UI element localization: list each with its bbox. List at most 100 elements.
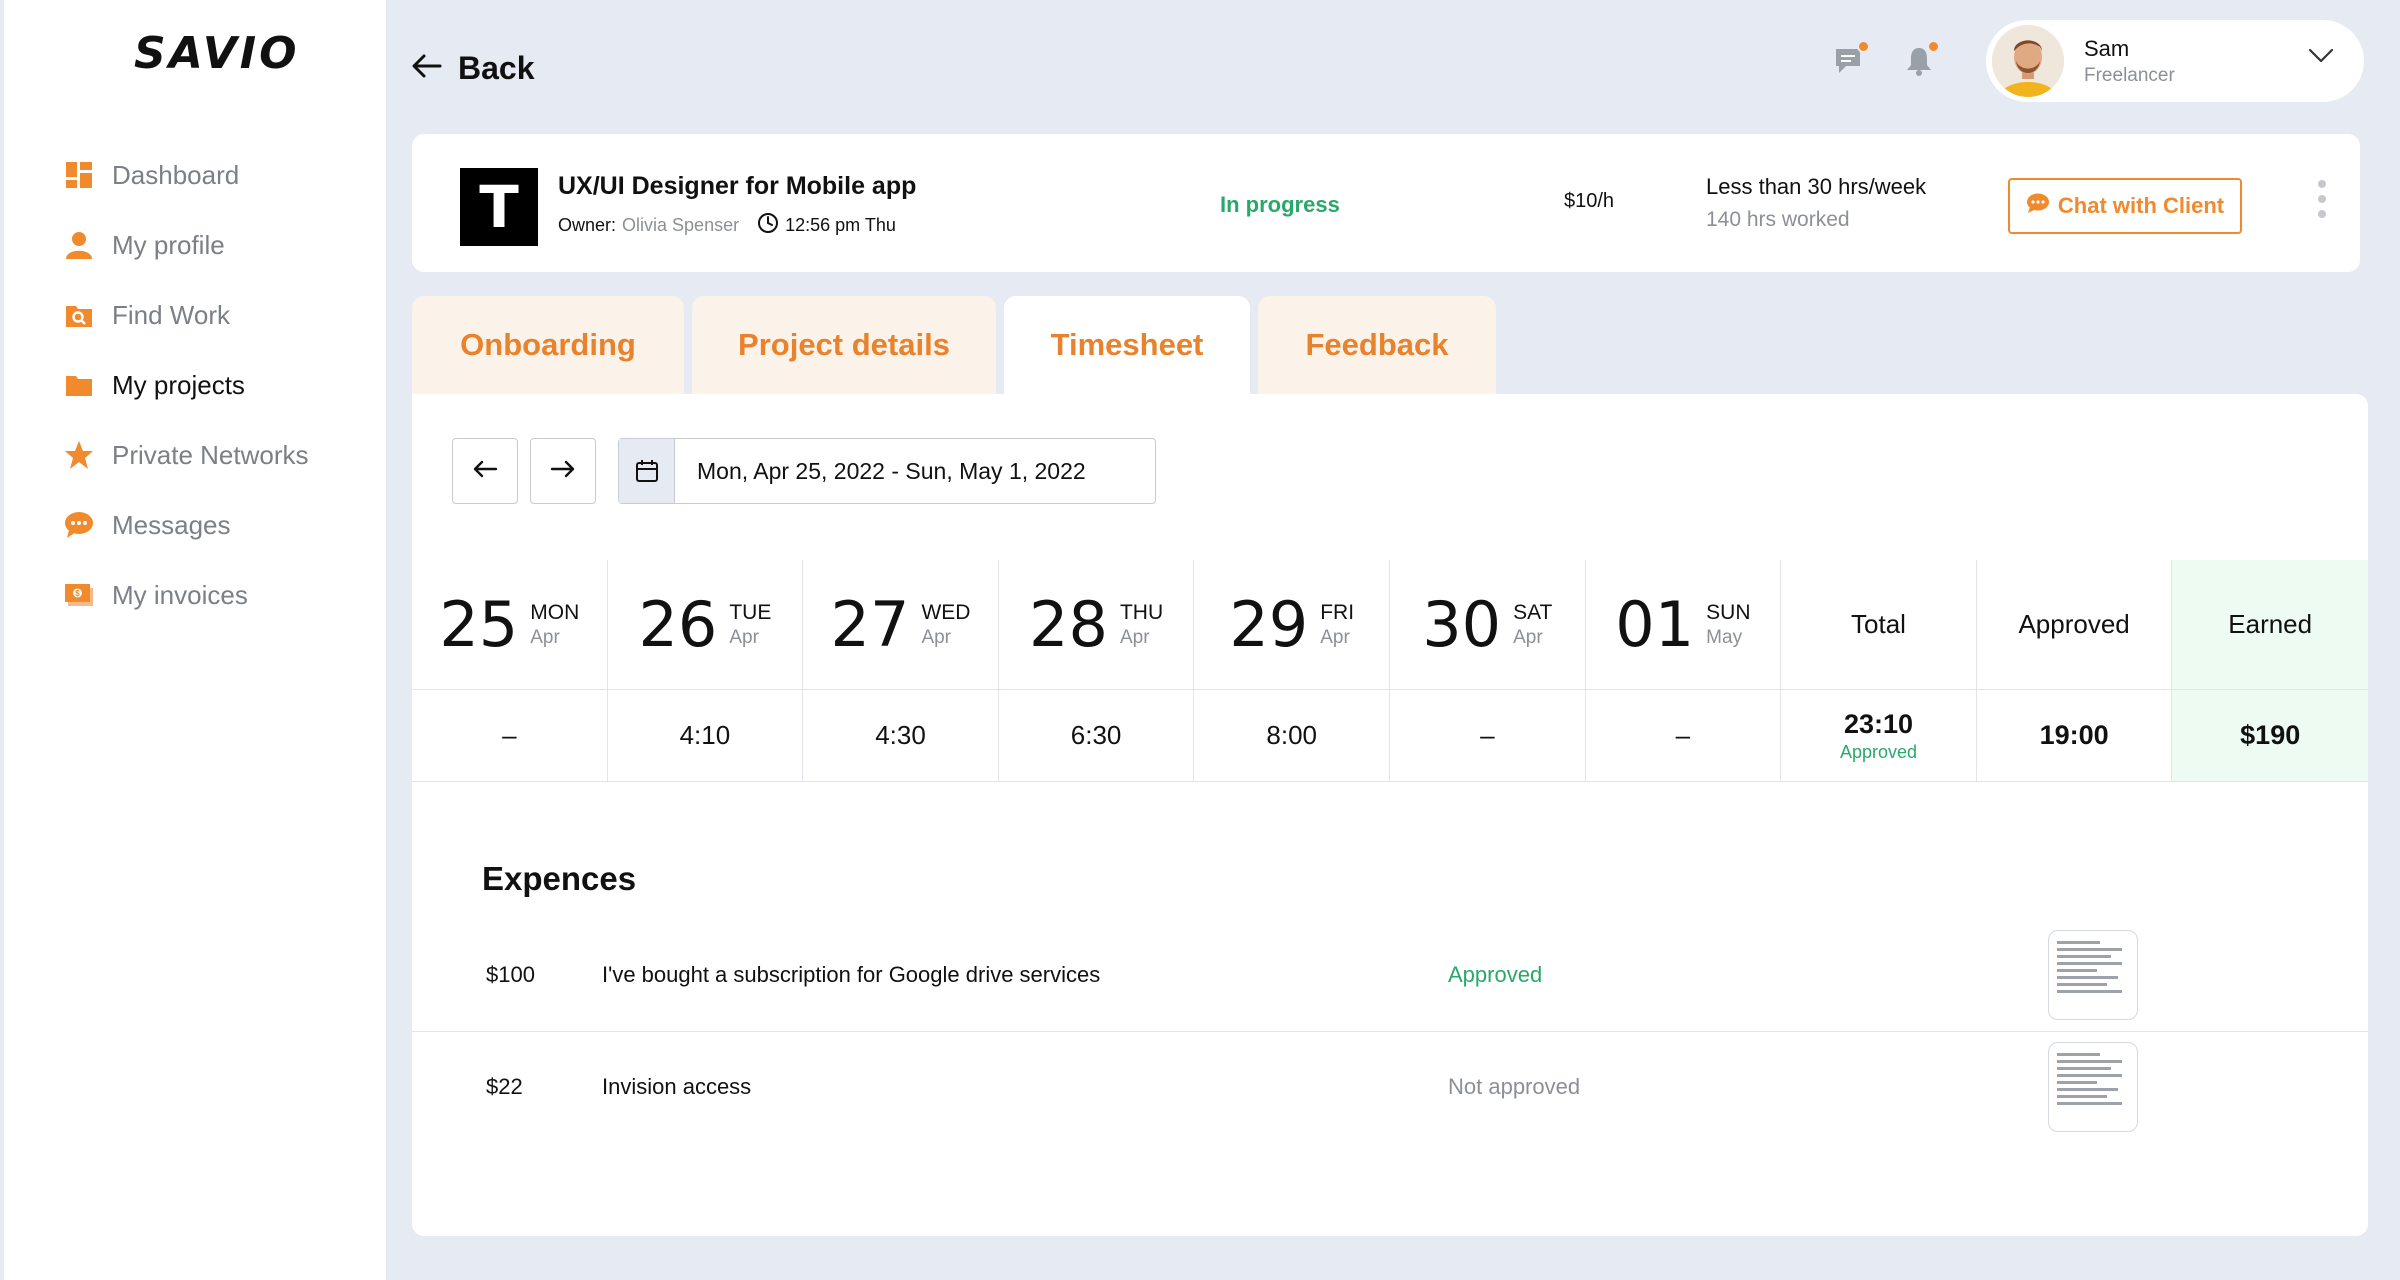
expense-amount: $22 bbox=[486, 1074, 523, 1099]
project-status: In progress bbox=[1220, 192, 1340, 217]
day-header: 27 WED Apr bbox=[803, 560, 999, 690]
invoice-icon: $ bbox=[64, 580, 94, 610]
day-name: SUN bbox=[1706, 600, 1751, 624]
total-status: Approved bbox=[1839, 741, 1918, 762]
owner-name[interactable]: Olivia Spenser bbox=[622, 215, 739, 236]
sidebar-item-private-networks[interactable]: Private Networks bbox=[64, 420, 309, 490]
sidebar-item-messages[interactable]: Messages bbox=[64, 490, 309, 560]
total-header: Total bbox=[1781, 560, 1977, 690]
day-header: 30 SAT Apr bbox=[1390, 560, 1586, 690]
next-week-button[interactable] bbox=[530, 438, 596, 504]
day-hours: 4:10 bbox=[679, 720, 731, 750]
tab-feedback[interactable]: Feedback bbox=[1258, 296, 1496, 394]
date-range-picker[interactable]: Mon, Apr 25, 2022 - Sun, May 1, 2022 bbox=[618, 438, 1156, 504]
day-header: 01 SUN May bbox=[1585, 560, 1782, 690]
expense-amount: $100 bbox=[486, 962, 535, 987]
day-month: May bbox=[1706, 626, 1743, 648]
clock-icon bbox=[757, 212, 779, 239]
day-hours-cell[interactable]: – bbox=[412, 690, 608, 782]
expense-row: $100 I've bought a subscription for Goog… bbox=[412, 920, 2368, 1032]
expense-description: Invision access bbox=[602, 1074, 752, 1099]
day-name: FRI bbox=[1320, 600, 1355, 624]
tab-project-details[interactable]: Project details bbox=[692, 296, 996, 394]
sidebar-item-label: Find Work bbox=[112, 299, 230, 330]
sidebar-item-label: My invoices bbox=[112, 579, 248, 610]
day-hours: – bbox=[1480, 720, 1495, 750]
day-name: MON bbox=[530, 600, 580, 624]
arrow-left-icon bbox=[412, 54, 442, 83]
day-hours-cell[interactable]: 4:30 bbox=[803, 690, 999, 782]
previous-week-button[interactable] bbox=[452, 438, 518, 504]
chat-icon bbox=[64, 510, 94, 540]
project-title[interactable]: UX/UI Designer for Mobile app bbox=[558, 172, 916, 201]
approved-cell: 19:00 bbox=[1976, 690, 2173, 782]
day-number: 01 bbox=[1615, 588, 1695, 661]
notifications-button[interactable] bbox=[1904, 40, 1940, 76]
project-logo: T bbox=[460, 168, 538, 246]
sidebar-item-my-profile[interactable]: My profile bbox=[64, 210, 309, 280]
sidebar-item-dashboard[interactable]: Dashboard bbox=[64, 140, 309, 210]
find-work-icon bbox=[64, 300, 94, 330]
day-hours: – bbox=[502, 720, 517, 750]
more-options-button[interactable] bbox=[2314, 180, 2330, 226]
user-icon bbox=[64, 230, 94, 260]
messages-button[interactable] bbox=[1834, 40, 1870, 76]
day-name: THU bbox=[1119, 600, 1164, 624]
earned-cell: $190 bbox=[2172, 690, 2368, 782]
svg-text:$: $ bbox=[75, 589, 80, 598]
sidebar-item-find-work[interactable]: Find Work bbox=[64, 280, 309, 350]
day-month: Apr bbox=[1119, 626, 1150, 648]
chat-with-client-button[interactable]: Chat with Client bbox=[2008, 178, 2242, 234]
receipt-thumbnail[interactable] bbox=[2048, 930, 2138, 1020]
day-header: 26 TUE Apr bbox=[607, 560, 804, 690]
sidebar-item-label: My projects bbox=[112, 369, 245, 400]
hours-limit: Less than 30 hrs/week bbox=[1706, 174, 1927, 199]
day-hours-cell[interactable]: – bbox=[1390, 690, 1586, 782]
day-number: 26 bbox=[638, 588, 718, 661]
approved-value: 19:00 bbox=[2039, 720, 2109, 750]
day-hours-cell[interactable]: – bbox=[1585, 690, 1782, 782]
arrow-right-icon bbox=[550, 459, 576, 484]
day-number: 30 bbox=[1422, 588, 1502, 661]
earned-value: $190 bbox=[2240, 720, 2301, 750]
app-logo[interactable]: SAVIO bbox=[134, 28, 300, 79]
project-card: T UX/UI Designer for Mobile app Owner: O… bbox=[412, 134, 2360, 272]
total-label: Total bbox=[1851, 609, 1906, 639]
day-header: 28 THU Apr bbox=[998, 560, 1195, 690]
day-month: Apr bbox=[530, 626, 560, 648]
sidebar-item-my-projects[interactable]: My projects bbox=[64, 350, 309, 420]
sidebar: SAVIO Dashboard My profile Find Work My … bbox=[4, 0, 386, 1280]
back-label: Back bbox=[458, 50, 535, 86]
day-number: 29 bbox=[1229, 588, 1309, 661]
project-owner: Owner: Olivia Spenser 12:56 pm Thu bbox=[558, 212, 896, 239]
unread-dot bbox=[1927, 40, 1940, 53]
tab-timesheet[interactable]: Timesheet bbox=[1004, 296, 1250, 394]
total-value: 23:10 bbox=[1843, 708, 1914, 739]
timesheet-grid: 25 MON Apr 26 TUE Apr 27 WED Apr 28 THU Apr 29 FR… bbox=[412, 560, 2368, 782]
day-hours-cell[interactable]: 4:10 bbox=[607, 690, 804, 782]
sidebar-nav: Dashboard My profile Find Work My projec… bbox=[64, 140, 309, 630]
tab-onboarding[interactable]: Onboarding bbox=[412, 296, 684, 394]
project-rate: $10/h bbox=[1564, 190, 1615, 212]
avatar bbox=[1992, 25, 2064, 97]
user-menu[interactable]: Sam Freelancer bbox=[1986, 20, 2364, 102]
total-cell: 23:10 Approved bbox=[1781, 690, 1977, 782]
earned-label: Earned bbox=[2228, 609, 2313, 639]
user-info: Sam Freelancer bbox=[2084, 36, 2175, 87]
receipt-thumbnail[interactable] bbox=[2048, 1042, 2138, 1132]
sidebar-item-my-invoices[interactable]: $ My invoices bbox=[64, 560, 309, 630]
day-number: 25 bbox=[439, 588, 519, 661]
day-hours-cell[interactable]: 8:00 bbox=[1194, 690, 1390, 782]
sidebar-item-label: Private Networks bbox=[112, 439, 309, 470]
day-name: WED bbox=[921, 600, 971, 624]
owner-time: 12:56 pm Thu bbox=[785, 215, 896, 235]
bell-icon bbox=[1904, 48, 1934, 80]
day-hours: 4:30 bbox=[875, 720, 926, 750]
day-month: Apr bbox=[1320, 626, 1350, 648]
approved-label: Approved bbox=[2018, 609, 2130, 639]
back-button[interactable]: Back bbox=[412, 50, 535, 87]
expenses-title: Expences bbox=[482, 860, 637, 897]
arrow-left-icon bbox=[472, 459, 498, 484]
day-hours-cell[interactable]: 6:30 bbox=[998, 690, 1195, 782]
dashboard-icon bbox=[64, 160, 94, 190]
